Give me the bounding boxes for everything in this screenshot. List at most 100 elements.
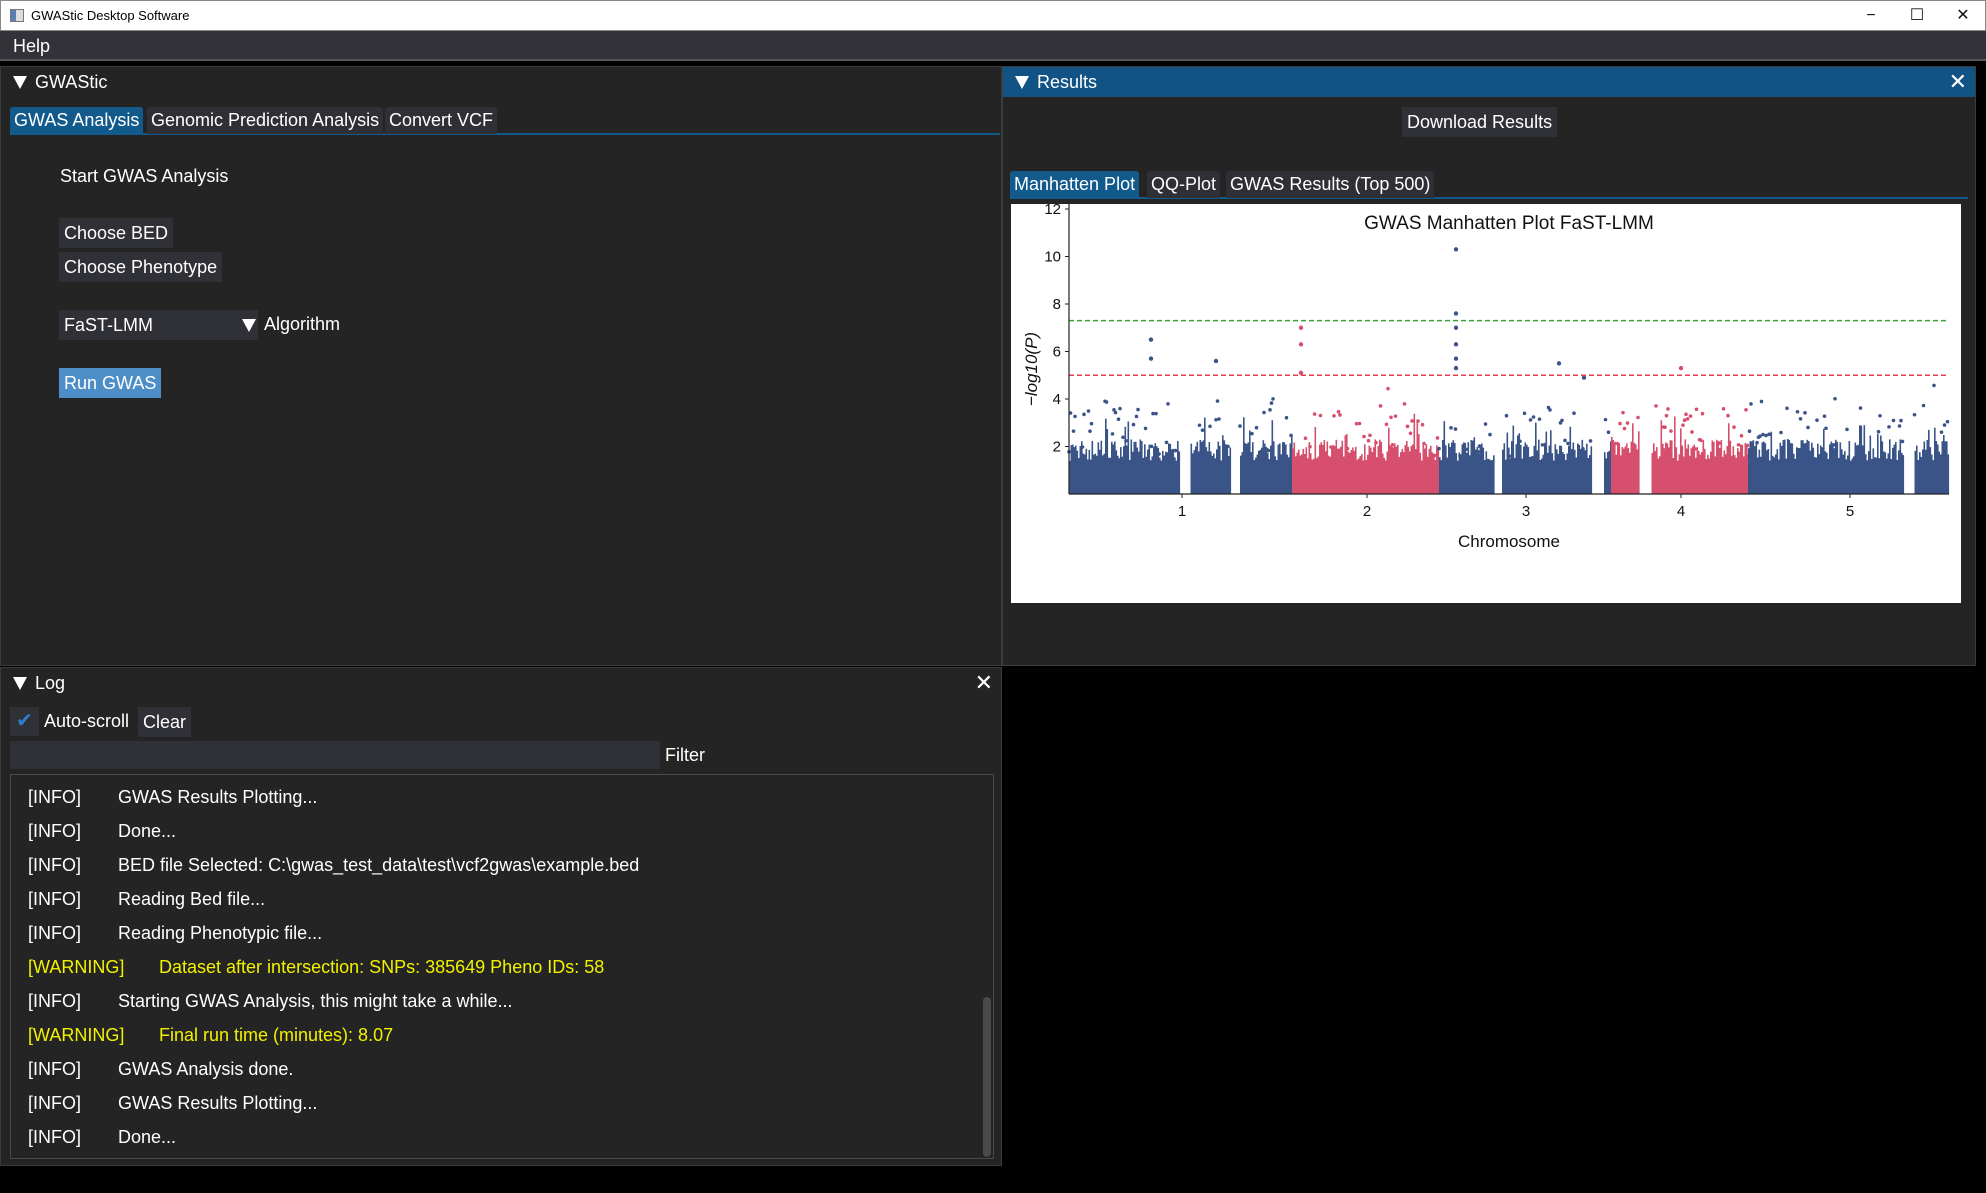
snp-point [1891,418,1896,423]
run-gwas-button[interactable]: Run GWAS [59,368,162,398]
snp-column [1889,439,1891,494]
close-icon[interactable]: ✕ [1949,71,1967,93]
snp-column [1826,452,1828,494]
snp-column [1839,442,1842,494]
snp-column [1199,439,1202,494]
snp-column [1141,441,1143,494]
log-message: Done... [118,821,177,841]
snp-column [1325,451,1327,494]
snp-column [1422,443,1425,494]
algorithm-select[interactable]: FaST-LMM [59,310,258,340]
snp-column [1732,446,1735,494]
snp-column [1112,444,1115,494]
snp-column [1621,447,1624,494]
snp-column [1243,417,1245,494]
snp-column [1922,449,1924,494]
snp-column [1301,454,1303,494]
collapse-triangle-icon[interactable] [13,76,27,89]
tab-genomic-prediction[interactable]: Genomic Prediction Analysis [147,107,384,134]
log-panel-header[interactable]: Log ✕ [1,668,1001,698]
snp-column [1094,453,1097,494]
log-scrollbar[interactable] [983,997,991,1157]
snp-point [1815,418,1819,422]
snp-column [1472,440,1474,494]
snp-column [1702,440,1705,494]
snp-column [1292,448,1294,494]
snp-column [1665,442,1667,494]
snp-column [1132,451,1134,494]
filter-input[interactable] [10,741,660,769]
download-results-button[interactable]: Download Results [1402,107,1558,137]
snp-point [1921,403,1926,408]
snp-column [1809,450,1812,494]
snp-column [1270,445,1272,494]
snp-column [1097,442,1100,494]
section-title: Start GWAS Analysis [60,166,229,186]
snp-column [1890,460,1893,494]
snp-column [1509,458,1512,494]
choose-phenotype-button[interactable]: Choose Phenotype [59,252,223,282]
snp-column [1192,453,1194,494]
snp-column [1153,446,1155,494]
collapse-triangle-icon[interactable] [1015,76,1029,89]
snp-column [1253,460,1256,494]
tab-qq-plot[interactable]: QQ-Plot [1147,171,1221,198]
snp-column [1892,447,1894,494]
snp-column [1615,454,1618,494]
minimize-button[interactable]: − [1851,4,1891,28]
snp-column [1437,448,1440,494]
choose-bed-button[interactable]: Choose BED [59,218,174,248]
maximize-button[interactable]: ☐ [1897,4,1937,28]
snp-point [1726,413,1730,418]
snp-column [1589,455,1591,494]
results-panel-header[interactable]: Results ✕ [1003,67,1975,97]
snp-column [1875,457,1878,494]
snp-column [1475,449,1477,494]
snp-column [1359,456,1362,494]
snp-column [1784,439,1786,494]
close-icon[interactable]: ✕ [975,672,993,694]
snp-column [1580,449,1582,494]
snp-point [1694,407,1699,412]
tab-convert-vcf[interactable]: Convert VCF [385,107,498,134]
snp-column [1394,443,1396,494]
panel-title: Results [1037,72,1098,92]
snp-column [1763,441,1765,494]
tab-gwas-analysis[interactable]: GWAS Analysis [10,107,144,134]
snp-column [1881,441,1884,494]
collapse-triangle-icon[interactable] [13,677,27,690]
gwastic-panel-header[interactable]: GWAStic [1,67,1001,97]
snp-column [1547,452,1549,494]
snp-column [1565,460,1567,494]
chart-title: GWAS Manhatten Plot FaST-LMM [1364,213,1654,234]
tab-gwas-results[interactable]: GWAS Results (Top 500) [1226,171,1435,198]
snp-column [1886,458,1888,494]
snp-column [1926,439,1929,494]
snp-column [1370,447,1372,494]
snp-point [1504,413,1509,418]
menu-help[interactable]: Help [13,36,50,57]
snp-column [1532,456,1534,494]
snp-column [1827,459,1830,494]
snp-column [1506,432,1509,494]
snp-column [1117,455,1119,494]
snp-column [1133,441,1136,494]
autoscroll-checkbox[interactable]: ✔ [10,707,39,736]
snp-column [1514,457,1516,494]
log-level: [INFO] [28,923,81,943]
snp-column [1123,446,1125,494]
tab-manhattan-plot[interactable]: Manhatten Plot [1010,171,1140,198]
snp-column [1754,446,1756,494]
close-window-button[interactable]: ✕ [1943,4,1983,28]
top-snp-point [1298,325,1304,330]
snp-column [1458,452,1461,494]
snp-column [1076,450,1079,494]
autoscroll-label: Auto-scroll [44,711,130,731]
snp-column [1346,434,1348,494]
snp-column [1551,453,1554,494]
snp-column [1687,444,1690,494]
snp-column [1193,450,1196,494]
snp-column [1165,451,1167,494]
clear-button[interactable]: Clear [138,707,192,737]
snp-column [1106,429,1109,494]
